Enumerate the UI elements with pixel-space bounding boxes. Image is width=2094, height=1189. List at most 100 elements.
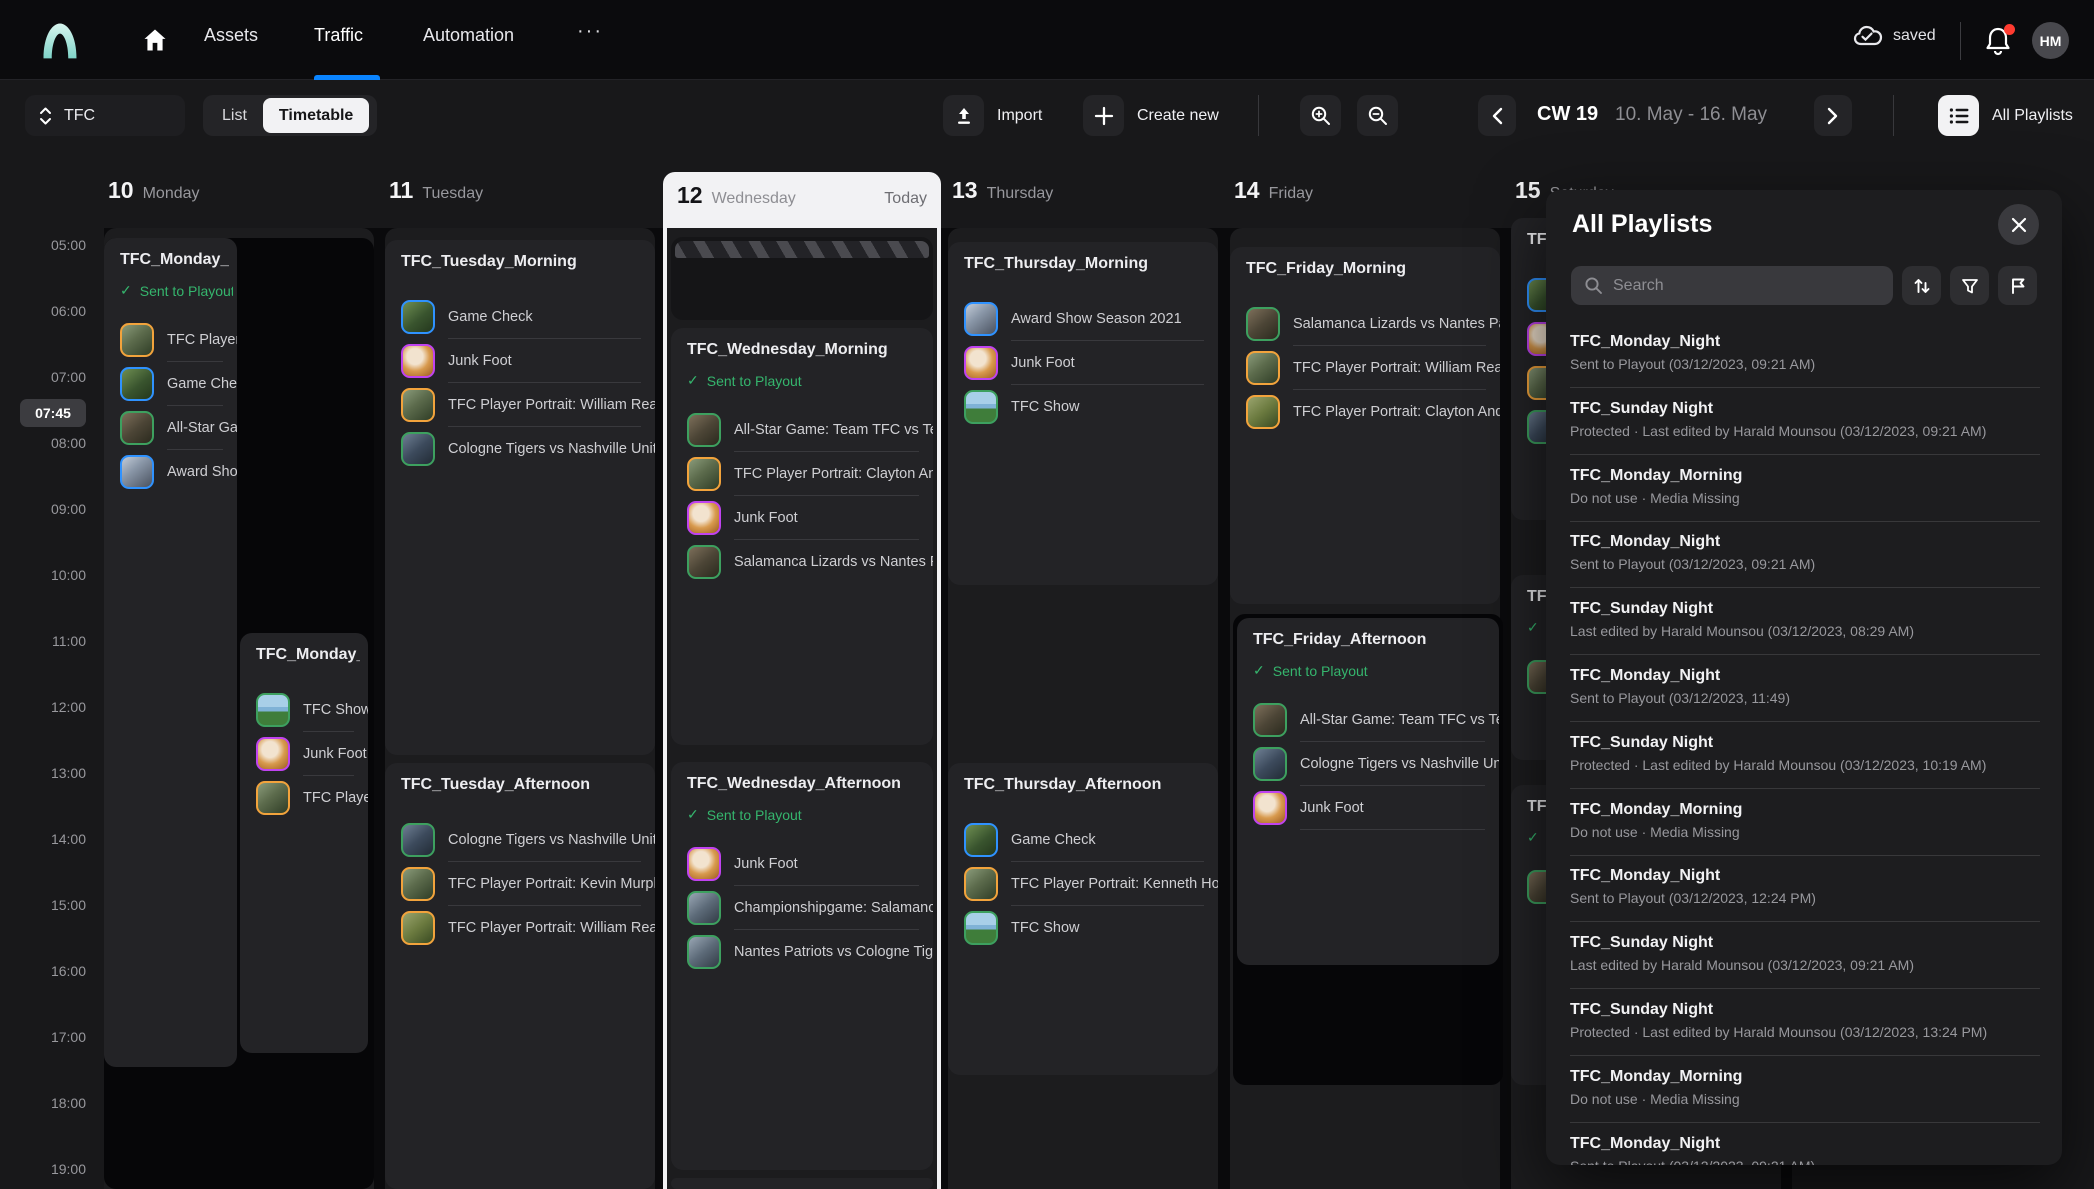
playlist-card[interactable]: TFC_Monday_Morning✓Sent to PlayoutTFC Pl… bbox=[104, 238, 237, 1067]
playlist-item[interactable]: Junk Foot bbox=[671, 496, 933, 540]
playlist-item[interactable]: TFC Player Portrait bbox=[104, 318, 237, 362]
playlist-list-item[interactable]: TFC_Monday_NightSent to Playout (03/12/2… bbox=[1570, 530, 2040, 596]
playlist-list-item[interactable]: TFC_Monday_MorningDo not use · Media Mis… bbox=[1570, 798, 2040, 864]
playlist-card[interactable]: TFC_Thursday_MorningAward Show Season 20… bbox=[948, 242, 1218, 585]
playlist-item[interactable]: All-Star Game: Team TFC vs Team bbox=[1237, 698, 1499, 742]
playlist-item-label: Award Show Season 2021 bbox=[1011, 311, 1218, 327]
playlist-item[interactable]: TFC Player Portrait: Kenneth Holden bbox=[948, 862, 1218, 906]
channel-select[interactable]: TFC bbox=[25, 95, 185, 136]
list-divider bbox=[1570, 788, 2040, 789]
playlist-item-label: TFC Show bbox=[303, 702, 368, 718]
playlist-item[interactable]: Nantes Patriots vs Cologne Tigers bbox=[671, 930, 933, 974]
zoom-in-button[interactable] bbox=[1300, 95, 1341, 136]
playlist-list-item[interactable]: TFC_Sunday NightProtected · Last edited … bbox=[1570, 731, 2040, 797]
playlist-item[interactable]: TFC Show bbox=[240, 688, 368, 732]
playlist-item[interactable]: TFC Player Portrait: William Ready bbox=[1230, 346, 1500, 390]
item-divider bbox=[1300, 829, 1485, 830]
notifications-bell-icon[interactable] bbox=[1984, 26, 2014, 56]
playlist-item-label: TFC Player Portrait: Kenneth Holden bbox=[1011, 876, 1218, 892]
playlist-item-label: Championshipgame: Salamanca Lizards bbox=[734, 900, 933, 916]
playlist-item[interactable]: TFC Player Portrait: Kevin Murphy bbox=[385, 862, 655, 906]
playlist-item[interactable]: TFC Player Portrait: Clayton Anderson bbox=[671, 452, 933, 496]
playlist-card[interactable]: TFC_Wednesday_Morning✓Sent to PlayoutAll… bbox=[671, 328, 933, 745]
playlist-items: Salamanca Lizards vs Nantes PatriotsTFC … bbox=[1230, 302, 1500, 434]
view-timetable-button[interactable]: Timetable bbox=[263, 98, 369, 133]
match-thumbnail bbox=[1253, 703, 1287, 737]
playlist-item[interactable]: TFC Show bbox=[948, 385, 1218, 429]
playlist-list-item[interactable]: TFC_Sunday NightLast edited by Harald Mo… bbox=[1570, 931, 2040, 997]
playlist-card[interactable]: TFC_Tuesday_AfternoonCologne Tigers vs N… bbox=[385, 763, 655, 1189]
playlist-item[interactable]: All-Star Game bbox=[104, 406, 237, 450]
create-new-button[interactable]: Create new bbox=[1083, 95, 1219, 136]
playlist-list-item[interactable]: TFC_Monday_NightSent to Playout (03/12/2… bbox=[1570, 664, 2040, 730]
playlist-list-item[interactable]: TFC_Monday_NightSent to Playout (03/12/2… bbox=[1570, 1132, 2040, 1165]
playlist-item[interactable]: Award Show Season 2021 bbox=[948, 297, 1218, 341]
prev-week-button[interactable] bbox=[1478, 95, 1516, 136]
playlist-item[interactable]: Junk Foot bbox=[1237, 786, 1499, 830]
playlist-list-item[interactable]: TFC_Sunday NightProtected · Last edited … bbox=[1570, 998, 2040, 1064]
playlist-item[interactable]: Salamanca Lizards vs Nantes Patriots bbox=[1230, 302, 1500, 346]
playlist-card[interactable]: TFC_Friday_Afternoon✓Sent to PlayoutAll-… bbox=[1237, 618, 1499, 965]
playlist-item-label: TFC Player Portrait: Clayton Anderson bbox=[1293, 404, 1500, 420]
filter-icon[interactable] bbox=[1950, 266, 1989, 305]
playlist-status: Sent to Playout (03/12/2023, 09:21 AM) bbox=[1570, 356, 1815, 372]
playlist-list-item[interactable]: TFC_Monday_NightSent to Playout (03/12/2… bbox=[1570, 864, 2040, 930]
playlist-item[interactable]: Game Check bbox=[104, 362, 237, 406]
sort-icon[interactable] bbox=[1902, 266, 1941, 305]
time-label: 09:00 bbox=[10, 501, 86, 517]
award-thumbnail bbox=[120, 455, 154, 489]
playlist-item[interactable]: Game Check bbox=[948, 818, 1218, 862]
playlist-item[interactable]: TFC Show bbox=[948, 906, 1218, 950]
playlist-list-item[interactable]: TFC_Sunday NightProtected · Last edited … bbox=[1570, 397, 2040, 463]
playlist-card[interactable] bbox=[671, 1178, 933, 1189]
day-number: 12 bbox=[677, 182, 703, 209]
playlist-item[interactable]: Junk Foot bbox=[385, 339, 655, 383]
match2-thumbnail bbox=[687, 935, 721, 969]
playlist-item[interactable]: All-Star Game: Team TFC vs Team bbox=[671, 408, 933, 452]
week-range: 10. May - 16. May bbox=[1615, 104, 1767, 126]
user-avatar[interactable]: HM bbox=[2032, 22, 2069, 59]
home-icon[interactable] bbox=[140, 26, 170, 54]
playlist-item[interactable]: Championshipgame: Salamanca Lizards bbox=[671, 886, 933, 930]
playlist-item[interactable]: TFC Player Portrait bbox=[240, 776, 368, 820]
playlist-card[interactable]: TFC_Wednesday_Afternoon✓Sent to PlayoutJ… bbox=[671, 762, 933, 1170]
playlist-item[interactable]: Award Show bbox=[104, 450, 237, 494]
view-list-button[interactable]: List bbox=[206, 98, 263, 133]
close-icon[interactable] bbox=[1998, 204, 2039, 245]
playlist-item[interactable]: Junk Foot bbox=[948, 341, 1218, 385]
playlist-item[interactable]: Cologne Tigers vs Nashville United bbox=[385, 818, 655, 862]
nav-item-traffic[interactable]: Traffic bbox=[314, 25, 363, 46]
playlist-item[interactable]: TFC Player Portrait: William Ready bbox=[385, 383, 655, 427]
playlist-card[interactable]: TFC_Tuesday_MorningGame CheckJunk FootTF… bbox=[385, 240, 655, 755]
nav-more-icon[interactable]: ··· bbox=[577, 20, 603, 43]
playlist-item[interactable]: TFC Player Portrait: Clayton Anderson bbox=[1230, 390, 1500, 434]
day-name: Thursday bbox=[987, 185, 1054, 203]
playlist-card[interactable]: TFC_Thursday_AfternoonGame CheckTFC Play… bbox=[948, 763, 1218, 1075]
playlist-card[interactable]: TFC_Monday_AfternoonTFC ShowJunk FootTFC… bbox=[240, 633, 368, 1053]
playlist-card-title: TFC_Wednesday_Afternoon bbox=[687, 775, 925, 793]
search-input[interactable] bbox=[1613, 266, 1883, 305]
playlist-item[interactable]: Junk Foot bbox=[240, 732, 368, 776]
day-name: Wednesday bbox=[712, 190, 796, 208]
search-icon bbox=[1584, 276, 1603, 295]
all-playlists-button[interactable]: All Playlists bbox=[1938, 95, 2073, 136]
playlist-list-item[interactable]: TFC_Monday_MorningDo not use · Media Mis… bbox=[1570, 1065, 2040, 1131]
team-thumbnail bbox=[401, 432, 435, 466]
playlist-card[interactable]: TFC_Friday_MorningSalamanca Lizards vs N… bbox=[1230, 247, 1500, 604]
playlist-list-item[interactable]: TFC_Monday_NightSent to Playout (03/12/2… bbox=[1570, 330, 2040, 396]
playlist-item[interactable]: Salamanca Lizards vs Nantes Patriots bbox=[671, 540, 933, 584]
flag-icon[interactable] bbox=[1998, 266, 2037, 305]
playlist-list-item[interactable]: TFC_Monday_MorningDo not use · Media Mis… bbox=[1570, 464, 2040, 530]
playlist-item[interactable]: Junk Foot bbox=[671, 842, 933, 886]
playlist-list-item[interactable]: TFC_Sunday NightLast edited by Harald Mo… bbox=[1570, 597, 2040, 663]
nav-item-assets[interactable]: Assets bbox=[204, 25, 258, 46]
zoom-out-button[interactable] bbox=[1357, 95, 1398, 136]
nav-item-automation[interactable]: Automation bbox=[423, 25, 514, 46]
playlist-item[interactable]: Game Check bbox=[385, 295, 655, 339]
playlist-status: Last edited by Harald Mounsou (03/12/202… bbox=[1570, 957, 1914, 973]
playlist-item[interactable]: Cologne Tigers vs Nashville United bbox=[385, 427, 655, 471]
next-week-button[interactable] bbox=[1814, 95, 1852, 136]
playlist-item[interactable]: Cologne Tigers vs Nashville United bbox=[1237, 742, 1499, 786]
playlist-item[interactable]: TFC Player Portrait: William Ready bbox=[385, 906, 655, 950]
import-button[interactable]: Import bbox=[943, 95, 1042, 136]
